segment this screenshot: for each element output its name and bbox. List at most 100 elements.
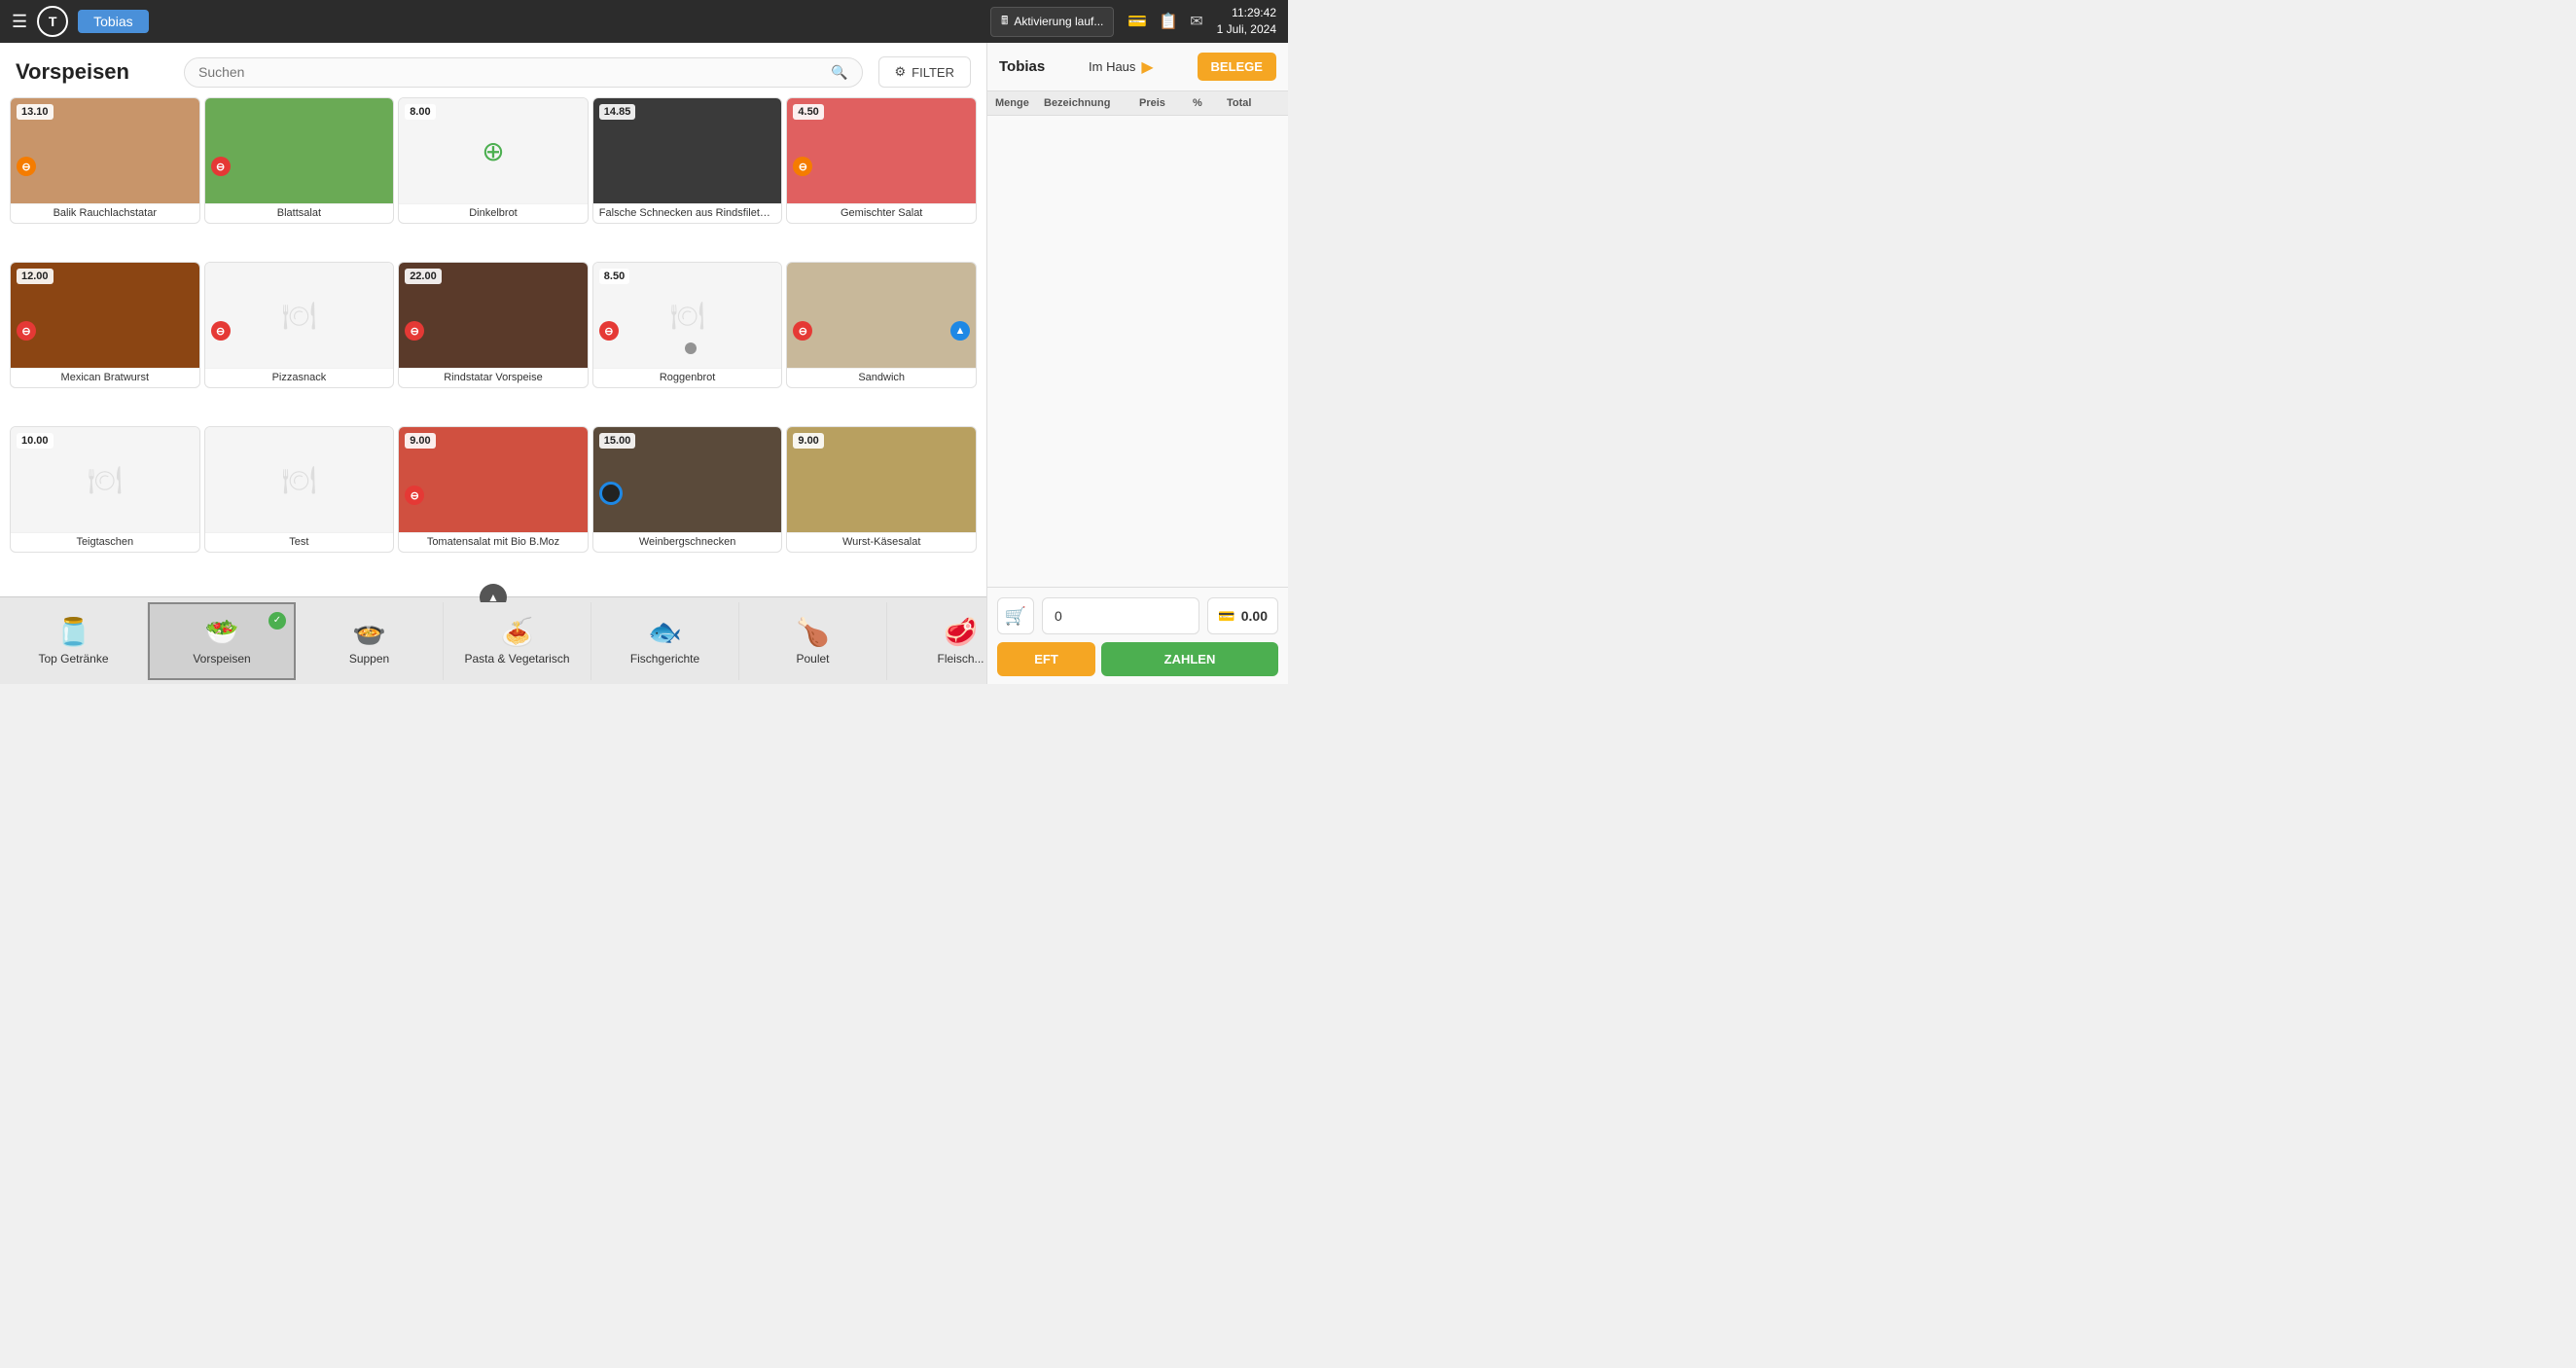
action-buttons: EFT ZAHLEN — [997, 642, 1278, 676]
item-price-falsche-schnecken: 14.85 — [599, 104, 636, 120]
order-list — [987, 116, 1288, 587]
nav-check-vorspeisen: ✓ — [268, 612, 286, 630]
calculator-icon: 🖩 — [1001, 12, 1008, 32]
item-price-rindstatar: 22.00 — [405, 269, 442, 284]
item-card-dinkelbrot[interactable]: ⊕ 8.00 Dinkelbrot — [398, 97, 589, 224]
nav-item-poulet[interactable]: 🍗 Poulet — [739, 602, 887, 680]
item-card-falsche-schnecken[interactable]: 14.85 Falsche Schnecken aus Rindsfiletwü… — [592, 97, 783, 224]
wallet-icon[interactable]: 💳 — [1127, 12, 1147, 31]
item-name-balik: Balik Rauchlachstatar — [11, 203, 199, 223]
item-card-gemischter-salat[interactable]: 4.50 ⊖ Gemischter Salat — [786, 97, 977, 224]
page-title: Vorspeisen — [16, 59, 129, 85]
order-table-header: Menge Bezeichnung Preis % Total — [987, 91, 1288, 116]
item-name-rindstatar: Rindstatar Vorspeise — [399, 368, 588, 387]
item-badge-red: ⊖ — [599, 321, 619, 341]
header-icon-group: 💳 📋 ✉ — [1127, 12, 1202, 31]
item-price-weinbergschnecken: 15.00 — [599, 433, 636, 449]
belege-button[interactable]: BELEGE — [1198, 53, 1276, 81]
cart-row: 🛒 0 💳 0.00 — [997, 597, 1278, 634]
item-card-weinbergschnecken[interactable]: 15.00 Weinbergschnecken — [592, 426, 783, 553]
item-name-mexican-bratwurst: Mexican Bratwurst — [11, 368, 199, 387]
cart-icon-button[interactable]: 🛒 — [997, 597, 1034, 634]
item-image-wrapper-wurst-kasesalat: 9.00 — [787, 427, 976, 532]
menu-icon[interactable]: ☰ — [12, 12, 27, 32]
item-name-roggenbrot: Roggenbrot — [593, 368, 782, 387]
main-layout: Vorspeisen 🔍 ⚙ FILTER 13.10 ⊖ Balik Rauc… — [0, 43, 1288, 684]
item-image-wrapper-dinkelbrot: ⊕ 8.00 — [399, 98, 588, 203]
item-name-tomatensalat: Tomatensalat mit Bio B.Moz — [399, 532, 588, 552]
nav-item-fleisch[interactable]: 🥩 Fleisch... — [887, 602, 986, 680]
mode-arrow-icon: ▶ — [1141, 57, 1153, 77]
item-image-wrapper-rindstatar: 22.00 ⊖ — [399, 263, 588, 368]
item-name-pizzasnack: Pizzasnack — [205, 368, 394, 387]
search-icon: 🔍 — [831, 64, 847, 81]
item-badge-circle — [599, 482, 623, 505]
nav-icon-pasta-vegetarisch: 🍝 — [500, 616, 534, 648]
nav-item-fischgerichte[interactable]: 🐟 Fischgerichte — [591, 602, 739, 680]
item-name-teigtaschen: Teigtaschen — [11, 532, 199, 552]
item-image-wrapper-test: 🍽 — [205, 427, 394, 532]
user-name-header[interactable]: Tobias — [78, 10, 148, 33]
item-image-wrapper-gemischter-salat: 4.50 ⊖ — [787, 98, 976, 203]
item-badge-red: ⊖ — [211, 157, 231, 176]
clipboard-icon[interactable]: 📋 — [1159, 12, 1178, 31]
item-image-wrapper-tomatensalat: 9.00 ⊖ — [399, 427, 588, 532]
item-card-blattsalat[interactable]: ⊖ Blattsalat — [204, 97, 395, 224]
nav-icon-vorspeisen: 🥗 — [205, 616, 239, 648]
item-card-test[interactable]: 🍽 Test — [204, 426, 395, 553]
filter-button[interactable]: ⚙ FILTER — [878, 56, 971, 88]
cart-total-display: 💳 0.00 — [1207, 597, 1278, 634]
nav-label-poulet: Poulet — [796, 652, 829, 666]
bottom-nav: ▲ 🫙 Top Getränke ✓ 🥗 Vorspeisen 🍲 Suppen… — [0, 596, 986, 684]
item-card-wurst-kasesalat[interactable]: 9.00 Wurst-Käsesalat — [786, 426, 977, 553]
item-card-rindstatar[interactable]: 22.00 ⊖ Rindstatar Vorspeise — [398, 262, 589, 388]
nav-item-suppen[interactable]: 🍲 Suppen — [296, 602, 444, 680]
item-card-sandwich[interactable]: ⊖ ▲ Sandwich — [786, 262, 977, 388]
item-image-wrapper-blattsalat: ⊖ — [205, 98, 394, 203]
filter-icon: ⚙ — [895, 64, 907, 80]
zahlen-button[interactable]: ZAHLEN — [1101, 642, 1278, 676]
total-currency-icon: 💳 — [1218, 608, 1234, 625]
item-image-wrapper-sandwich: ⊖ ▲ — [787, 263, 976, 368]
nav-label-vorspeisen: Vorspeisen — [193, 652, 250, 666]
nav-label-fleisch: Fleisch... — [937, 652, 984, 666]
item-card-mexican-bratwurst[interactable]: 12.00 ⊖ Mexican Bratwurst — [10, 262, 200, 388]
item-card-teigtaschen[interactable]: 🍽 10.00 Teigtaschen — [10, 426, 200, 553]
nav-icon-poulet: 🍗 — [796, 616, 830, 648]
item-name-blattsalat: Blattsalat — [205, 203, 394, 223]
page-header: Vorspeisen 🔍 ⚙ FILTER — [0, 43, 986, 97]
left-panel: Vorspeisen 🔍 ⚙ FILTER 13.10 ⊖ Balik Rauc… — [0, 43, 986, 684]
item-name-weinbergschnecken: Weinbergschnecken — [593, 532, 782, 552]
item-placeholder-test: 🍽 — [205, 427, 394, 532]
mode-display: Im Haus ▶ — [1089, 57, 1154, 77]
item-name-sandwich: Sandwich — [787, 368, 976, 387]
items-grid: 13.10 ⊖ Balik Rauchlachstatar ⊖ Blattsal… — [0, 97, 986, 596]
nav-icon-suppen: 🍲 — [352, 616, 386, 648]
nav-icon-fleisch: 🥩 — [944, 616, 978, 648]
nav-item-pasta-vegetarisch[interactable]: 🍝 Pasta & Vegetarisch — [444, 602, 591, 680]
item-card-balik[interactable]: 13.10 ⊖ Balik Rauchlachstatar — [10, 97, 200, 224]
item-card-tomatensalat[interactable]: 9.00 ⊖ Tomatensalat mit Bio B.Moz — [398, 426, 589, 553]
item-card-pizzasnack[interactable]: 🍽 ⊖ Pizzasnack — [204, 262, 395, 388]
search-input[interactable] — [198, 64, 831, 80]
item-placeholder-pizzasnack: 🍽 — [205, 263, 394, 368]
mail-icon[interactable]: ✉ — [1190, 12, 1202, 31]
item-image-wrapper-balik: 13.10 ⊖ — [11, 98, 199, 203]
item-price-gemischter-salat: 4.50 — [793, 104, 823, 120]
item-badge-red: ⊖ — [17, 321, 36, 341]
nav-item-top-getraenke[interactable]: 🫙 Top Getränke — [0, 602, 148, 680]
item-image-wrapper-teigtaschen: 🍽 10.00 — [11, 427, 199, 532]
item-image-wrapper-roggenbrot: 🍽 8.50 ⊖ — [593, 263, 782, 368]
item-image-blattsalat — [205, 98, 394, 203]
header-right-section: 🖩 Aktivierung lauf... 💳 📋 ✉ 11:29:42 1 J… — [990, 5, 1276, 38]
item-image-wrapper-mexican-bratwurst: 12.00 ⊖ — [11, 263, 199, 368]
nav-item-vorspeisen[interactable]: ✓ 🥗 Vorspeisen — [148, 602, 296, 680]
item-name-gemischter-salat: Gemischter Salat — [787, 203, 976, 223]
item-price-mexican-bratwurst: 12.00 — [17, 269, 54, 284]
eft-button[interactable]: EFT — [997, 642, 1095, 676]
nav-label-fischgerichte: Fischgerichte — [630, 652, 699, 666]
item-badge-red: ⊖ — [211, 321, 231, 341]
item-card-roggenbrot[interactable]: 🍽 8.50 ⊖ Roggenbrot — [592, 262, 783, 388]
item-badge-orange: ⊖ — [17, 157, 36, 176]
item-name-dinkelbrot: Dinkelbrot — [399, 203, 588, 223]
